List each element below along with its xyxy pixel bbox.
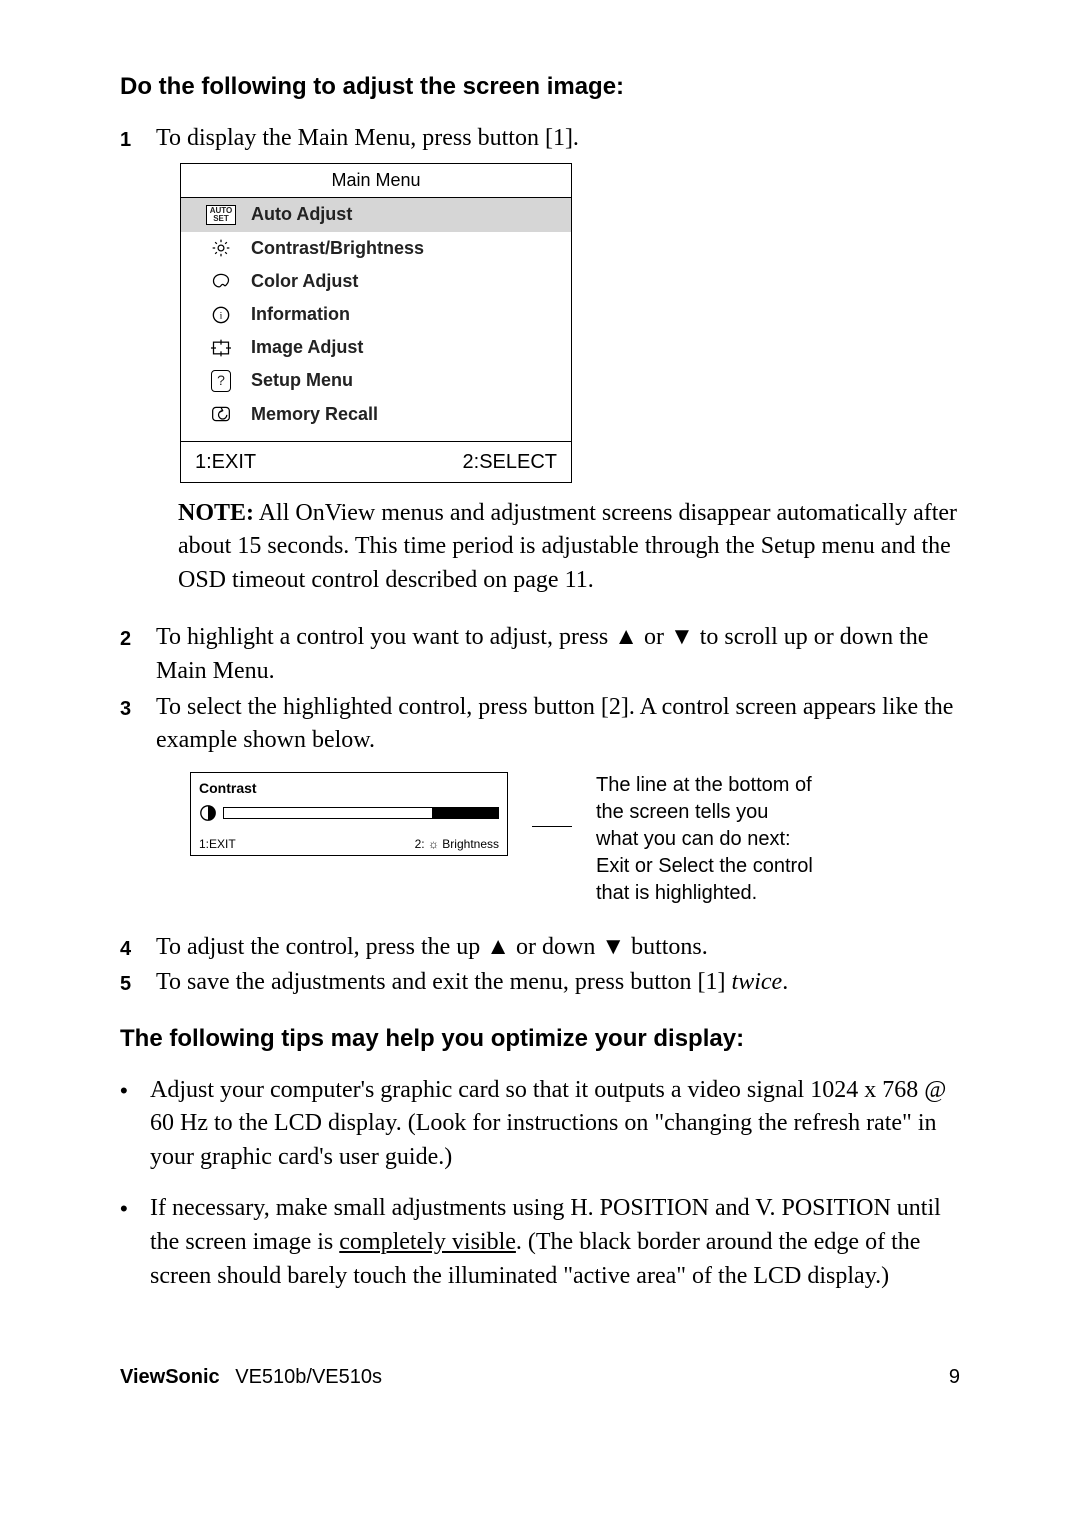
step-number: 1	[120, 122, 156, 154]
menu-item-setup-menu[interactable]: ? Setup Menu	[181, 364, 571, 397]
image-adjust-icon	[191, 339, 251, 357]
bullet-2: • If necessary, make small adjustments u…	[120, 1192, 960, 1293]
contrast-footer: 1:EXIT 2: ☼ Brightness	[199, 832, 499, 853]
auto-set-icon: AUTOSET	[191, 205, 251, 225]
contrast-footer-left: 1:EXIT	[199, 836, 236, 853]
menu-footer-right: 2:SELECT	[463, 448, 557, 476]
recall-icon	[191, 405, 251, 423]
step-number: 4	[120, 931, 156, 963]
heading-adjust: Do the following to adjust the screen im…	[120, 70, 960, 104]
step-number: 3	[120, 691, 156, 723]
menu-item-label: Auto Adjust	[251, 202, 352, 227]
step-2: 2 To highlight a control you want to adj…	[120, 621, 960, 688]
menu-item-label: Setup Menu	[251, 368, 353, 393]
contrast-title: Contrast	[199, 779, 499, 799]
question-icon: ?	[191, 370, 251, 392]
bullet-marker: •	[120, 1074, 150, 1107]
menu-item-label: Contrast/Brightness	[251, 236, 424, 261]
menu-item-memory-recall[interactable]: Memory Recall	[181, 398, 571, 431]
contrast-footer-right: 2: ☼ Brightness	[415, 836, 499, 853]
contrast-icon	[199, 804, 217, 822]
menu-item-color-adjust[interactable]: Color Adjust	[181, 265, 571, 298]
menu-items: AUTOSET Auto Adjust Contrast/Brightness …	[181, 197, 571, 430]
heading-tips: The following tips may help you optimize…	[120, 1022, 960, 1056]
footer-brand: ViewSonic	[120, 1366, 220, 1388]
bullet-text: If necessary, make small adjustments usi…	[150, 1192, 960, 1293]
step-text: To highlight a control you want to adjus…	[156, 621, 960, 688]
menu-item-label: Memory Recall	[251, 402, 378, 427]
menu-footer: 1:EXIT 2:SELECT	[181, 441, 571, 482]
osd-main-menu: Main Menu AUTOSET Auto Adjust Contrast/B…	[180, 163, 572, 483]
menu-item-label: Information	[251, 302, 350, 327]
step-4: 4 To adjust the control, press the up ▲ …	[120, 931, 960, 965]
bullet-1: • Adjust your computer's graphic card so…	[120, 1074, 960, 1175]
menu-item-contrast-brightness[interactable]: Contrast/Brightness	[181, 232, 571, 265]
contrast-slider-row	[199, 804, 499, 822]
footer-page-number: 9	[949, 1363, 960, 1391]
note-label: NOTE:	[178, 500, 254, 526]
menu-item-information[interactable]: i Information	[181, 298, 571, 331]
step-text: To adjust the control, press the up ▲ or…	[156, 931, 960, 965]
step-text: To display the Main Menu, press button […	[156, 122, 960, 156]
palette-icon	[191, 272, 251, 290]
menu-item-auto-adjust[interactable]: AUTOSET Auto Adjust	[181, 198, 571, 231]
step-1: 1 To display the Main Menu, press button…	[120, 122, 960, 156]
svg-text:i: i	[220, 310, 223, 321]
menu-item-label: Image Adjust	[251, 335, 363, 360]
info-icon: i	[191, 306, 251, 324]
bullet-marker: •	[120, 1192, 150, 1225]
callout-connector	[532, 826, 572, 827]
contrast-example: Contrast 1:EXIT 2: ☼ Brightness The line…	[190, 772, 960, 907]
step-number: 5	[120, 966, 156, 998]
menu-footer-left: 1:EXIT	[195, 448, 256, 476]
note-block: NOTE: All OnView menus and adjustment sc…	[178, 497, 960, 598]
step-3: 3 To select the highlighted control, pre…	[120, 691, 960, 758]
callout-text: The line at the bottom of the screen tel…	[596, 772, 816, 907]
osd-contrast-screen: Contrast 1:EXIT 2: ☼ Brightness	[190, 772, 508, 856]
page-footer: ViewSonic VE510b/VE510s 9	[120, 1363, 960, 1391]
step-5: 5 To save the adjustments and exit the m…	[120, 966, 960, 1000]
step-text: To save the adjustments and exit the men…	[156, 966, 960, 1000]
step-text: To select the highlighted control, press…	[156, 691, 960, 758]
contrast-slider[interactable]	[223, 807, 499, 819]
footer-model: VE510b/VE510s	[235, 1366, 382, 1388]
note-text: All OnView menus and adjustment screens …	[178, 500, 957, 593]
menu-title: Main Menu	[181, 164, 571, 197]
menu-item-image-adjust[interactable]: Image Adjust	[181, 331, 571, 364]
menu-item-label: Color Adjust	[251, 269, 358, 294]
brightness-icon	[191, 238, 251, 258]
step-number: 2	[120, 621, 156, 653]
bullet-text: Adjust your computer's graphic card so t…	[150, 1074, 960, 1175]
